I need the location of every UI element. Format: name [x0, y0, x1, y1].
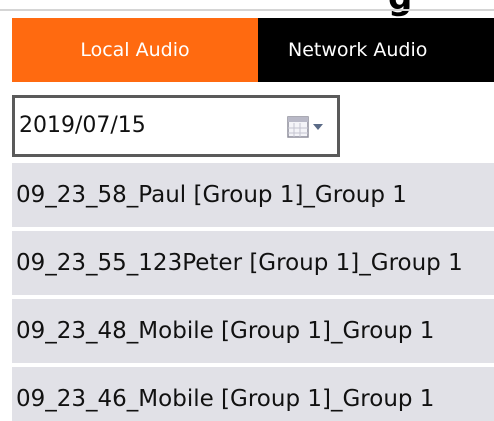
date-value[interactable]: 2019/07/15 [19, 98, 146, 154]
calendar-icon[interactable] [285, 114, 333, 140]
date-picker[interactable]: 2019/07/15 [12, 95, 340, 157]
list-item[interactable]: 09_23_46_Mobile [Group 1]_Group 1 [12, 367, 494, 421]
audio-panel: g Local Audio Network Audio 2019/07/15 0… [0, 0, 494, 421]
list-item[interactable]: 09_23_48_Mobile [Group 1]_Group 1 [12, 299, 494, 363]
tab-bar: Local Audio Network Audio [0, 18, 494, 82]
list-item[interactable]: 09_23_55_123Peter [Group 1]_Group 1 [12, 231, 494, 295]
divider [0, 9, 494, 11]
tab-network-audio[interactable]: Network Audio [258, 18, 494, 82]
recording-list: 09_23_58_Paul [Group 1]_Group 1 09_23_55… [12, 163, 494, 421]
tab-local-audio[interactable]: Local Audio [12, 18, 258, 82]
list-item[interactable]: 09_23_58_Paul [Group 1]_Group 1 [12, 163, 494, 227]
